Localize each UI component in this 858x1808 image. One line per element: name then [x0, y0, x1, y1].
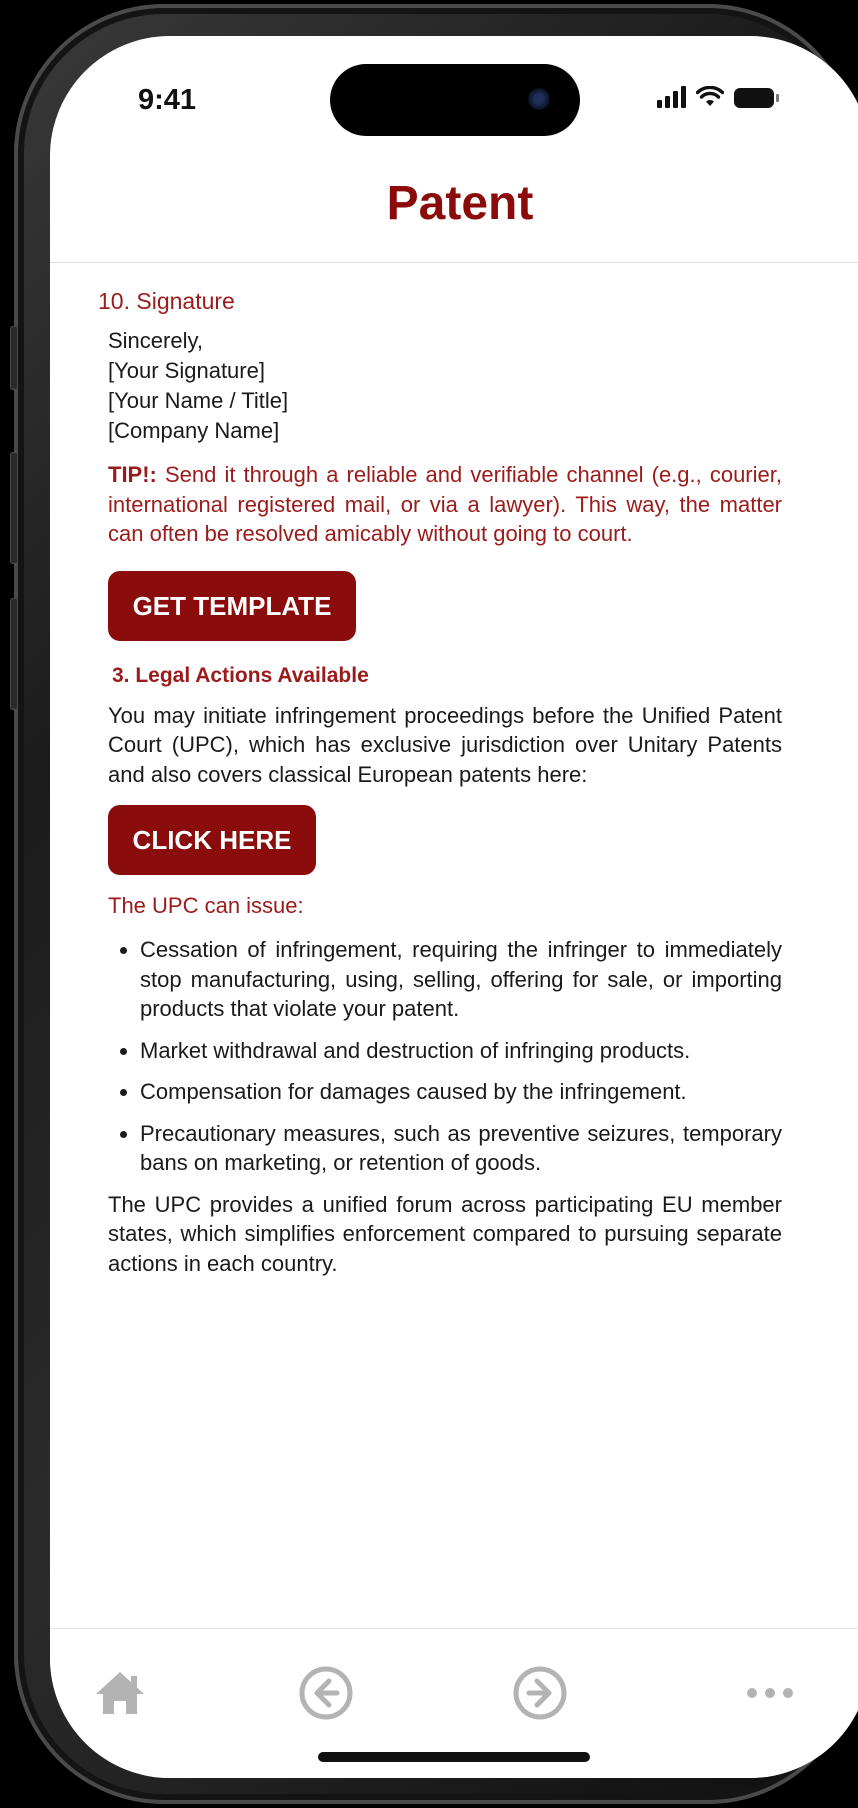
status-icons [657, 86, 779, 108]
tab-home[interactable] [90, 1665, 150, 1721]
tab-more[interactable] [740, 1665, 800, 1721]
signature-line: Sincerely, [108, 328, 203, 353]
get-template-button[interactable]: GET TEMPLATE [108, 570, 356, 641]
list-item: Precautionary measures, such as preventi… [140, 1119, 782, 1178]
home-indicator[interactable] [318, 1752, 590, 1762]
tip-text: Send it through a reliable and verifiabl… [108, 462, 782, 546]
front-camera-icon [528, 88, 550, 110]
wifi-icon [696, 86, 724, 106]
home-icon [96, 1672, 144, 1714]
upc-issue-label: The UPC can issue: [108, 893, 304, 918]
list-item: Compensation for damages caused by the i… [140, 1077, 782, 1107]
signature-line: [Your Signature] [108, 358, 265, 383]
nav-divider [50, 262, 858, 263]
page-title: Patent [386, 177, 534, 230]
list-item: Cessation of infringement, requiring the… [140, 935, 782, 1024]
tip-label: TIP!: [108, 462, 157, 487]
back-arrow-icon [299, 1666, 353, 1720]
tab-forward[interactable] [510, 1665, 570, 1721]
volume-down-button [10, 598, 18, 710]
upc-remedies-list: Cessation of infringement, requiring the… [108, 935, 782, 1178]
signature-line: [Your Name / Title] [108, 388, 289, 413]
closing-paragraph: The UPC provides a unified forum across … [108, 1191, 782, 1276]
mute-switch [10, 326, 18, 390]
phone-screen: 9:41 Patent 10. Signature Sincerely, [Yo… [50, 36, 858, 1778]
main-content: 10. Signature Sincerely, [Your Signature… [98, 282, 782, 1278]
legal-actions-heading: 3. Legal Actions Available [112, 663, 369, 687]
click-here-button[interactable]: CLICK HERE [108, 805, 316, 875]
status-time: 9:41 [138, 84, 197, 116]
dynamic-island [330, 64, 580, 136]
tip-paragraph: TIP!: Send it through a reliable and ver… [108, 460, 782, 549]
tab-back[interactable] [296, 1665, 356, 1721]
legal-intro-paragraph: You may initiate infringement proceeding… [108, 702, 782, 787]
signature-line: [Company Name] [108, 418, 280, 443]
signal-icon [657, 86, 686, 108]
signature-block: Sincerely, [Your Signature] [Your Name /… [108, 326, 782, 446]
more-icon [747, 1688, 793, 1698]
status-bar: 9:41 [50, 36, 858, 166]
battery-icon [734, 88, 779, 108]
volume-up-button [10, 452, 18, 564]
signature-section-label: 10. Signature [98, 288, 235, 314]
forward-arrow-icon [513, 1666, 567, 1720]
list-item: Market withdrawal and destruction of inf… [140, 1036, 782, 1066]
